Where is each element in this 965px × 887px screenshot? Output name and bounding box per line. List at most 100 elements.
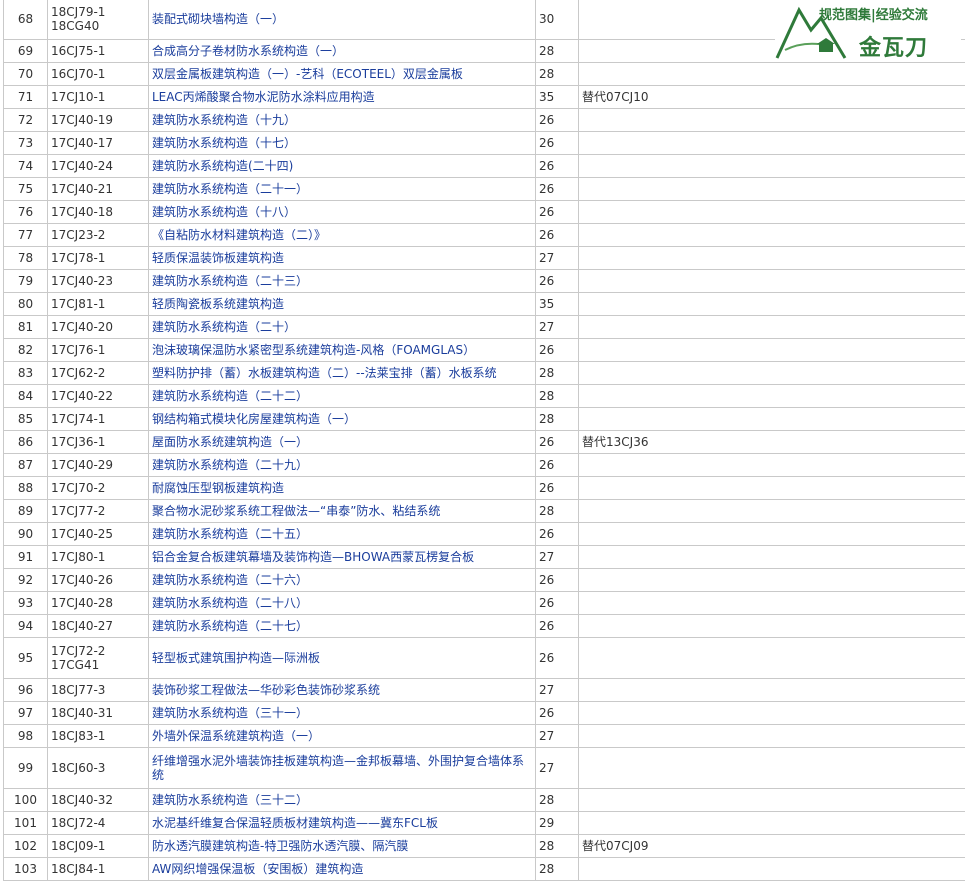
atlas-code: 17CJ40-17	[51, 136, 114, 150]
atlas-code-cell: 17CJ40-24	[47, 154, 149, 178]
atlas-name-link[interactable]: 建筑防水系统构造（三十二）	[152, 793, 308, 807]
atlas-name-link[interactable]: 水泥基纤维复合保温轻质板材建筑构造——冀东FCL板	[152, 816, 438, 830]
atlas-code-cell: 17CJ40-22	[47, 384, 149, 408]
atlas-name-link[interactable]: 钢结构箱式模块化房屋建筑构造（一）	[152, 412, 356, 426]
atlas-name-link-cell: 铝合金复合板建筑幕墙及装饰构造—BHOWA西蒙瓦楞复合板	[148, 545, 536, 569]
row-number-cell: 75	[3, 177, 48, 201]
atlas-name-link[interactable]: 屋面防水系统建筑构造（一）	[152, 435, 308, 449]
page-count-cell: 28	[535, 62, 579, 86]
row-number-cell: 74	[3, 154, 48, 178]
atlas-code-cell: 17CJ40-19	[47, 108, 149, 132]
page-count-cell: 26	[535, 223, 579, 247]
atlas-name-link[interactable]: 装饰砂浆工程做法—华砂彩色装饰砂浆系统	[152, 683, 380, 697]
atlas-name-link-cell: 双层金属板建筑构造（一）-艺科（ECOTEEL）双层金属板	[148, 62, 536, 86]
row-number: 68	[17, 12, 34, 26]
replacement-note-cell	[578, 476, 965, 500]
row-number-cell: 92	[3, 568, 48, 592]
atlas-name-link[interactable]: 泡沫玻璃保温防水紧密型系统建筑构造-风格（FOAMGLAS）	[152, 343, 475, 357]
atlas-name-link[interactable]: 建筑防水系统构造（二十）	[152, 320, 296, 334]
atlas-name-link[interactable]: 建筑防水系统构造（二十七）	[152, 619, 308, 633]
replacement-note: 替代07CJ09	[582, 839, 649, 853]
atlas-name-link[interactable]: 《自粘防水材料建筑构造（二）》	[152, 228, 326, 242]
atlas-code-cell: 18CJ60-3	[47, 747, 149, 789]
atlas-name-link[interactable]: 建筑防水系统构造（二十三）	[152, 274, 308, 288]
atlas-name-link[interactable]: 合成高分子卷材防水系统构造（一）	[152, 44, 344, 58]
table-row: 82 17CJ76-1 泡沫玻璃保温防水紧密型系统建筑构造-风格（FOAMGLAS）…	[3, 338, 965, 362]
atlas-name-link[interactable]: 建筑防水系统构造(二十四)	[152, 159, 293, 173]
page-count-cell: 28	[535, 857, 579, 881]
page-count: 28	[539, 504, 555, 518]
atlas-name-link[interactable]: 轻质保温装饰板建筑构造	[152, 251, 284, 265]
atlas-name-link[interactable]: 建筑防水系统构造（二十八）	[152, 596, 308, 610]
replacement-note-cell	[578, 678, 965, 702]
atlas-code-cell: 18CJ79-1 18CG40	[47, 0, 149, 40]
row-number: 88	[17, 481, 34, 495]
table-row: 76 17CJ40-18 建筑防水系统构造（十八） 26	[3, 200, 965, 224]
page-count-cell: 26	[535, 154, 579, 178]
row-number-cell: 68	[3, 0, 48, 40]
atlas-name-link[interactable]: 纤维增强水泥外墙装饰挂板建筑构造—金邦板幕墙、外围护复合墙体系统	[152, 754, 524, 782]
atlas-code: 17CJ40-19	[51, 113, 114, 127]
atlas-name-link[interactable]: 建筑防水系统构造（二十六）	[152, 573, 308, 587]
atlas-name-link[interactable]: 建筑防水系统构造（十八）	[152, 205, 296, 219]
atlas-name-link[interactable]: 轻质陶瓷板系统建筑构造	[152, 297, 284, 311]
replacement-note-cell	[578, 499, 965, 523]
row-number-cell: 89	[3, 499, 48, 523]
table-row: 87 17CJ40-29 建筑防水系统构造（二十九） 26	[3, 453, 965, 477]
row-number-cell: 91	[3, 545, 48, 569]
page-count-cell: 35	[535, 85, 579, 109]
atlas-name-link[interactable]: 建筑防水系统构造（十七）	[152, 136, 296, 150]
page-count: 26	[539, 651, 555, 665]
atlas-name-link-cell: 泡沫玻璃保温防水紧密型系统建筑构造-风格（FOAMGLAS）	[148, 338, 536, 362]
row-number-cell: 87	[3, 453, 48, 477]
atlas-name-link[interactable]: 聚合物水泥砂浆系统工程做法—“串泰”防水、粘结系统	[152, 504, 440, 518]
atlas-name-link[interactable]: 建筑防水系统构造（二十五）	[152, 527, 308, 541]
replacement-note-cell	[578, 177, 965, 201]
atlas-name-link[interactable]: LEAC丙烯酸聚合物水泥防水涂料应用构造	[152, 90, 375, 104]
row-number: 72	[17, 113, 34, 127]
atlas-name-link-cell: 建筑防水系统构造（十八）	[148, 200, 536, 224]
atlas-name-link[interactable]: 外墙外保温系统建筑构造（一）	[152, 729, 320, 743]
table-row: 100 18CJ40-32 建筑防水系统构造（三十二） 28	[3, 788, 965, 812]
row-number-cell: 76	[3, 200, 48, 224]
page-count-cell: 26	[535, 269, 579, 293]
row-number: 98	[17, 729, 34, 743]
atlas-code: 17CJ10-1	[51, 90, 106, 104]
atlas-name-link-cell: 聚合物水泥砂浆系统工程做法—“串泰”防水、粘结系统	[148, 499, 536, 523]
atlas-name-link[interactable]: 建筑防水系统构造（二十一）	[152, 182, 308, 196]
atlas-name-link[interactable]: 耐腐蚀压型钢板建筑构造	[152, 481, 284, 495]
page-count-cell: 26	[535, 177, 579, 201]
row-number-cell: 94	[3, 614, 48, 638]
atlas-name-link[interactable]: 建筑防水系统构造（二十九）	[152, 458, 308, 472]
atlas-name-link[interactable]: 铝合金复合板建筑幕墙及装饰构造—BHOWA西蒙瓦楞复合板	[152, 550, 474, 564]
table-row: 88 17CJ70-2 耐腐蚀压型钢板建筑构造 26	[3, 476, 965, 500]
site-logo[interactable]: 规范图集|经验交流 金瓦刀	[775, 0, 961, 62]
atlas-name-link-cell: 建筑防水系统构造（二十一）	[148, 177, 536, 201]
row-number: 85	[17, 412, 34, 426]
atlas-name-link[interactable]: 双层金属板建筑构造（一）-艺科（ECOTEEL）双层金属板	[152, 67, 463, 81]
page-count: 26	[539, 343, 555, 357]
page-count-cell: 26	[535, 637, 579, 679]
atlas-name-link-cell: 塑料防护排（蓄）水板建筑构造（二）--法莱宝排（蓄）水板系统	[148, 361, 536, 385]
table-row: 80 17CJ81-1 轻质陶瓷板系统建筑构造 35	[3, 292, 965, 316]
atlas-name-link[interactable]: 轻型板式建筑围护构造—际洲板	[152, 651, 320, 665]
atlas-name-link[interactable]: AW网织增强保温板（安围板）建筑构造	[152, 862, 363, 876]
replacement-note-cell	[578, 522, 965, 546]
atlas-code: 18CJ79-1 18CG40	[51, 5, 106, 33]
row-number-cell: 88	[3, 476, 48, 500]
atlas-name-link[interactable]: 装配式砌块墙构造（一）	[152, 12, 284, 26]
table-row: 103 18CJ84-1 AW网织增强保温板（安围板）建筑构造 28	[3, 857, 965, 881]
atlas-code: 17CJ40-24	[51, 159, 114, 173]
atlas-code: 18CJ84-1	[51, 862, 106, 876]
atlas-name-link[interactable]: 建筑防水系统构造（二十二）	[152, 389, 308, 403]
atlas-code: 17CJ40-28	[51, 596, 114, 610]
atlas-name-link[interactable]: 防水透汽膜建筑构造-特卫强防水透汽膜、隔汽膜	[152, 839, 408, 853]
atlas-code-cell: 17CJ36-1	[47, 430, 149, 454]
table-row: 77 17CJ23-2 《自粘防水材料建筑构造（二）》 26	[3, 223, 965, 247]
atlas-name-link[interactable]: 塑料防护排（蓄）水板建筑构造（二）--法莱宝排（蓄）水板系统	[152, 366, 497, 380]
atlas-name-link[interactable]: 建筑防水系统构造（十九）	[152, 113, 296, 127]
row-number-cell: 83	[3, 361, 48, 385]
atlas-code-cell: 16CJ70-1	[47, 62, 149, 86]
atlas-name-link[interactable]: 建筑防水系统构造（三十一）	[152, 706, 308, 720]
atlas-code-cell: 17CJ23-2	[47, 223, 149, 247]
